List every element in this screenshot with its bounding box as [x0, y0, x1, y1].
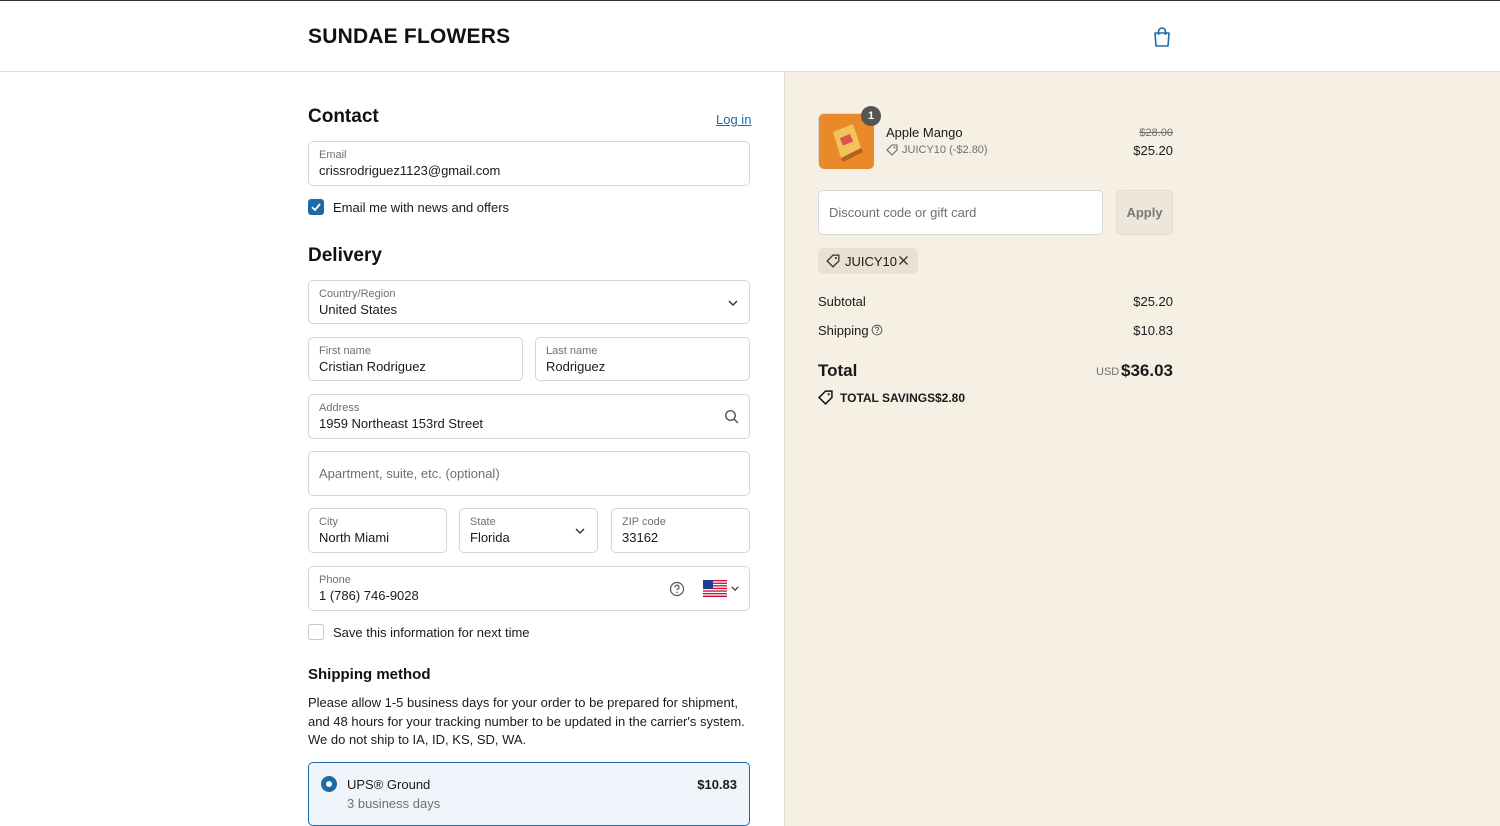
- newsletter-label: Email me with news and offers: [333, 200, 510, 215]
- shipping-option-eta: 3 business days: [347, 796, 441, 811]
- phone-label: Phone: [319, 574, 351, 586]
- country-label: Country/Region: [319, 288, 396, 300]
- total-savings-label: TOTAL SAVINGS: [840, 391, 936, 405]
- email-label: Email: [319, 149, 347, 161]
- quantity-badge: 1: [861, 106, 881, 126]
- first-name-value: Cristian Rodriguez: [319, 359, 426, 374]
- product-price: $25.20: [1133, 143, 1173, 158]
- discount-placeholder: Discount code or gift card: [829, 205, 977, 220]
- login-link[interactable]: Log in: [716, 112, 751, 127]
- shipping-option-ups-ground[interactable]: UPS® Ground 3 business days $10.83: [308, 762, 750, 826]
- total-value: $36.03: [1121, 361, 1173, 380]
- applied-code-label: JUICY10: [845, 254, 898, 269]
- total-savings-value: $2.80: [935, 391, 966, 405]
- subtotal-value: $25.20: [1133, 294, 1173, 309]
- chevron-down-icon: [731, 586, 739, 591]
- last-name-field[interactable]: Last name Rodriguez: [535, 337, 750, 381]
- city-label: City: [319, 516, 338, 528]
- product-discount: JUICY10 (-$2.80): [902, 144, 988, 156]
- city-value: North Miami: [319, 530, 390, 545]
- checkmark-icon: [311, 203, 321, 212]
- total-label: Total: [818, 361, 858, 380]
- help-icon[interactable]: [669, 581, 685, 597]
- shipping-note: Please allow 1-5 business days for your …: [308, 695, 745, 747]
- state-label: State: [470, 516, 496, 528]
- last-name-value: Rodriguez: [546, 359, 606, 374]
- country-value: United States: [319, 302, 398, 317]
- zip-field[interactable]: ZIP code 33162: [611, 508, 750, 553]
- shopping-bag-icon[interactable]: [1152, 26, 1172, 48]
- zip-value: 33162: [622, 530, 659, 545]
- product-name: Apple Mango: [886, 125, 963, 140]
- help-icon[interactable]: [871, 324, 883, 336]
- discount-code-input[interactable]: Discount code or gift card: [818, 190, 1103, 235]
- tag-icon: [826, 254, 840, 268]
- save-info-checkbox[interactable]: [308, 624, 324, 640]
- contact-heading: Contact: [308, 106, 379, 127]
- shipping-method-heading: Shipping method: [308, 666, 431, 683]
- chevron-down-icon: [575, 528, 585, 534]
- savings-tag-icon: [818, 390, 833, 405]
- address-field[interactable]: Address 1959 Northeast 153rd Street: [308, 394, 750, 439]
- country-select[interactable]: Country/Region United States: [308, 280, 750, 324]
- city-field[interactable]: City North Miami: [308, 508, 447, 553]
- header: SUNDAE FLOWERS: [0, 0, 1500, 72]
- apartment-placeholder: Apartment, suite, etc. (optional): [319, 466, 500, 481]
- shipping-value: $10.83: [1133, 323, 1173, 338]
- email-value: crissrodriguez1123@gmail.com: [319, 163, 501, 178]
- state-select[interactable]: State Florida: [459, 508, 598, 553]
- product-original-price: $28.00: [1139, 127, 1173, 139]
- subtotal-label: Subtotal: [818, 294, 866, 309]
- tag-icon: [886, 144, 898, 156]
- apartment-field[interactable]: Apartment, suite, etc. (optional): [308, 451, 750, 496]
- close-icon[interactable]: [898, 255, 909, 266]
- shipping-radio[interactable]: [321, 776, 337, 792]
- shipping-option-price: $10.83: [697, 777, 737, 792]
- applied-discount-tag: JUICY10: [818, 248, 918, 274]
- address-value: 1959 Northeast 153rd Street: [319, 416, 484, 431]
- save-info-label: Save this information for next time: [333, 625, 530, 640]
- last-name-label: Last name: [546, 345, 598, 357]
- first-name-label: First name: [319, 345, 371, 357]
- total-currency: USD: [1096, 366, 1120, 378]
- apply-button[interactable]: Apply: [1116, 190, 1173, 235]
- delivery-heading: Delivery: [308, 245, 382, 266]
- newsletter-checkbox[interactable]: [308, 199, 324, 215]
- shipping-option-name: UPS® Ground: [347, 777, 431, 792]
- us-flag-icon[interactable]: [703, 580, 727, 597]
- phone-value: 1 (786) 746-9028: [319, 588, 419, 603]
- brand-logo[interactable]: SUNDAE FLOWERS: [308, 25, 510, 49]
- search-icon[interactable]: [724, 409, 740, 425]
- order-summary-panel: [784, 72, 1500, 826]
- email-field[interactable]: Email crissrodriguez1123@gmail.com: [308, 141, 750, 186]
- shipping-label: Shipping: [818, 323, 869, 338]
- chevron-down-icon: [728, 300, 738, 306]
- first-name-field[interactable]: First name Cristian Rodriguez: [308, 337, 523, 381]
- address-label: Address: [319, 402, 360, 414]
- zip-label: ZIP code: [622, 516, 666, 528]
- state-value: Florida: [470, 530, 510, 545]
- phone-field[interactable]: Phone 1 (786) 746-9028: [308, 566, 750, 611]
